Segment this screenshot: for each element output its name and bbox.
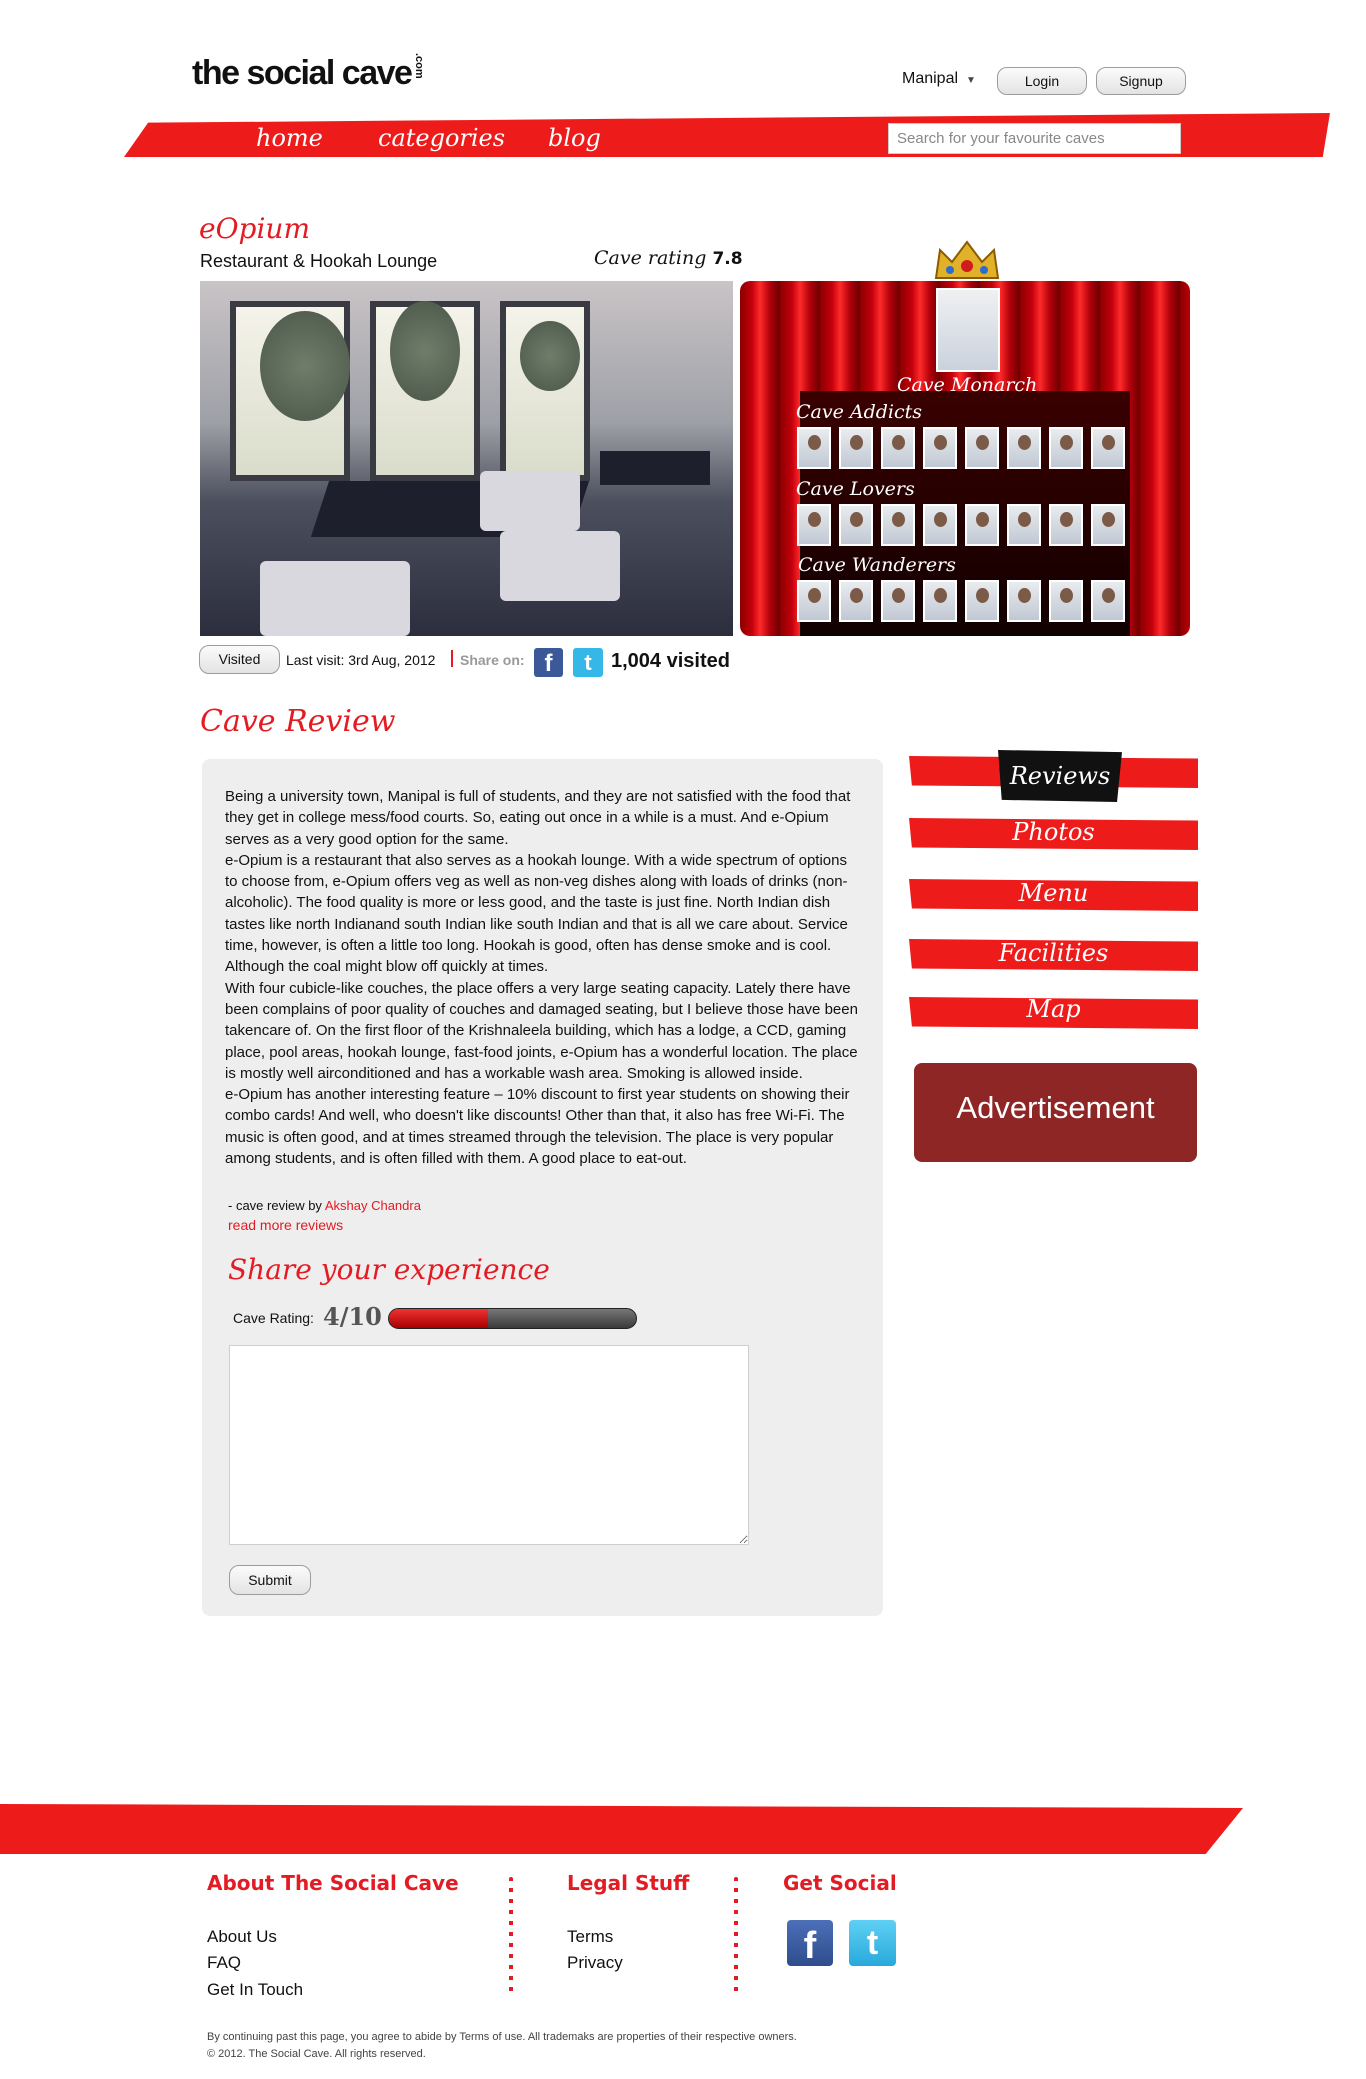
logo-text: the social cave — [192, 54, 413, 92]
member-avatar[interactable] — [881, 504, 915, 546]
member-avatar[interactable] — [797, 504, 831, 546]
member-avatar[interactable] — [923, 427, 957, 469]
review-paragraph: e-Opium has another interesting feature … — [225, 1086, 850, 1168]
share-title: Share your experience — [228, 1253, 550, 1286]
chevron-down-icon: ▼ — [966, 75, 976, 86]
review-text: Being a university town, Manipal is full… — [225, 786, 862, 1169]
member-avatar[interactable] — [1049, 427, 1083, 469]
cave-addicts-label: Cave Addicts — [796, 401, 923, 423]
section-title: Cave Review — [200, 704, 396, 739]
member-avatar[interactable] — [881, 580, 915, 622]
city-label: Manipal — [902, 70, 959, 87]
member-avatar[interactable] — [923, 504, 957, 546]
footer-link-faq[interactable]: FAQ — [207, 1953, 241, 1973]
rating-value: 4/10 — [323, 1302, 382, 1331]
member-avatar[interactable] — [965, 504, 999, 546]
lovers-avatars — [797, 504, 1125, 546]
review-author-link[interactable]: Akshay Chandra — [325, 1198, 421, 1213]
member-avatar[interactable] — [1091, 504, 1125, 546]
footer-about-title: About The Social Cave — [207, 1871, 459, 1895]
divider — [451, 650, 453, 667]
member-avatar[interactable] — [1049, 580, 1083, 622]
crown-icon — [934, 240, 1000, 279]
last-visit: Last visit: 3rd Aug, 2012 — [286, 652, 436, 668]
wanderers-avatars — [797, 580, 1125, 622]
tab-map-label: Map — [1026, 995, 1081, 1023]
review-paragraph: Being a university town, Manipal is full… — [225, 788, 851, 848]
member-avatar[interactable] — [839, 427, 873, 469]
footer-divider — [734, 1877, 738, 1994]
logo-suffix: .com — [413, 53, 426, 79]
member-avatar[interactable] — [797, 427, 831, 469]
cave-rating-value: 7.8 — [712, 249, 743, 269]
footer-link-about-us[interactable]: About Us — [207, 1927, 277, 1947]
facebook-icon[interactable]: f — [534, 648, 563, 677]
cave-rating: Cave rating 7.8 — [594, 247, 743, 269]
review-paragraph: e-Opium is a restaurant that also serves… — [225, 851, 848, 976]
review-byline: - cave review by Akshay Chandra — [228, 1198, 421, 1213]
share-on-label: Share on: — [460, 652, 525, 668]
cave-wanderers-label: Cave Wanderers — [798, 554, 956, 576]
member-avatar[interactable] — [1007, 580, 1041, 622]
nav-blog[interactable]: blog — [548, 124, 601, 152]
member-avatar[interactable] — [797, 580, 831, 622]
tab-facilities-label: Facilities — [998, 939, 1109, 967]
review-by-prefix: - cave review by — [228, 1198, 322, 1213]
member-avatar[interactable] — [965, 427, 999, 469]
cave-monarch-label: Cave Monarch — [897, 374, 1038, 396]
member-avatar[interactable] — [1007, 427, 1041, 469]
site-logo[interactable]: the social cave .com — [192, 53, 437, 93]
twitter-icon[interactable]: t — [573, 648, 603, 677]
member-avatar[interactable] — [1049, 504, 1083, 546]
footer-link-privacy[interactable]: Privacy — [567, 1953, 623, 1973]
member-avatar[interactable] — [1091, 580, 1125, 622]
advertisement[interactable]: Advertisement — [914, 1063, 1197, 1162]
member-avatar[interactable] — [965, 580, 999, 622]
member-avatar[interactable] — [1091, 427, 1125, 469]
footer-terms-notice: By continuing past this page, you agree … — [207, 2031, 797, 2043]
monarch-avatar[interactable] — [936, 288, 1000, 372]
cave-name: eOpium — [199, 212, 310, 245]
cave-photo[interactable] — [200, 281, 733, 636]
login-button[interactable]: Login — [997, 67, 1087, 95]
footer-bar — [0, 1804, 1243, 1854]
cave-type: Restaurant & Hookah Lounge — [200, 251, 438, 271]
cave-lovers-label: Cave Lovers — [796, 478, 915, 500]
visited-button[interactable]: Visited — [199, 645, 280, 674]
rating-slider[interactable] — [388, 1308, 637, 1329]
tab-menu-label: Menu — [1018, 879, 1089, 907]
tab-photos-label: Photos — [1012, 818, 1095, 846]
city-selector[interactable]: Manipal ▼ — [902, 70, 976, 88]
search-input[interactable] — [888, 123, 1181, 154]
member-avatar[interactable] — [839, 504, 873, 546]
facebook-icon[interactable]: f — [787, 1920, 833, 1967]
footer-copyright: © 2012. The Social Cave. All rights rese… — [207, 2048, 426, 2060]
nav-home[interactable]: home — [256, 124, 323, 152]
visited-count: 1,004 visited — [611, 650, 730, 672]
footer-link-terms[interactable]: Terms — [567, 1927, 613, 1947]
member-avatar[interactable] — [923, 580, 957, 622]
tab-reviews-active[interactable]: Reviews — [998, 750, 1122, 802]
review-paragraph: With four cubicle-like couches, the plac… — [225, 979, 858, 1082]
signup-button[interactable]: Signup — [1096, 67, 1186, 95]
twitter-icon[interactable]: t — [849, 1920, 896, 1966]
member-avatar[interactable] — [881, 427, 915, 469]
review-textarea[interactable] — [229, 1345, 749, 1545]
nav-categories[interactable]: categories — [378, 124, 505, 152]
addicts-avatars — [797, 427, 1125, 469]
submit-button[interactable]: Submit — [229, 1565, 311, 1595]
footer-legal-title: Legal Stuff — [567, 1871, 690, 1895]
cave-rating-label: Cave rating — [594, 247, 707, 269]
rating-fill — [389, 1309, 488, 1328]
footer-divider — [509, 1877, 513, 1994]
member-avatar[interactable] — [1007, 504, 1041, 546]
member-avatar[interactable] — [839, 580, 873, 622]
rating-label: Cave Rating: — [233, 1310, 314, 1326]
read-more-link[interactable]: read more reviews — [228, 1217, 343, 1233]
footer-social-title: Get Social — [783, 1871, 897, 1895]
footer-link-get-in-touch[interactable]: Get In Touch — [207, 1980, 303, 2000]
